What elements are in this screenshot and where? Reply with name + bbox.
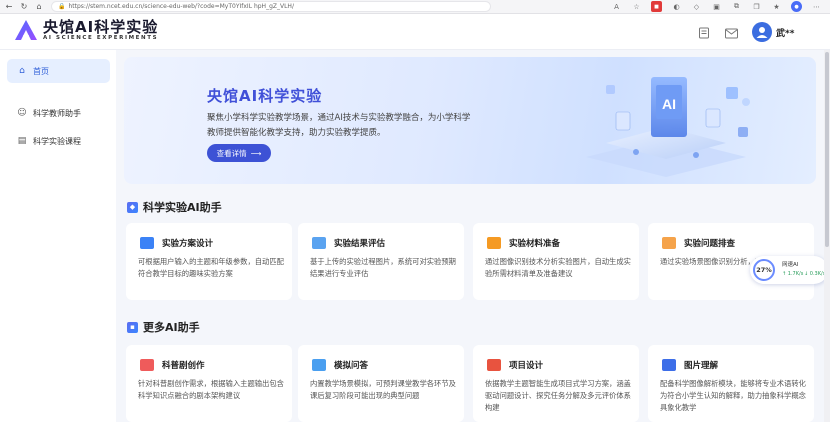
card-experiment-design[interactable]: 实验方案设计 可根据用户输入的主题和年级参数，自动匹配符合教学目标的趣味实验方案: [126, 223, 292, 300]
card-science-drama[interactable]: 科普剧创作 针对科普剧创作需求，根据输入主题输出包含科学知识点融合的剧本架构建议: [126, 345, 292, 422]
arrow-right-icon: ⟶: [250, 148, 262, 158]
section-diamond-icon: ◆: [127, 201, 138, 213]
view-details-button[interactable]: 查看详情 ⟶: [207, 144, 271, 162]
lock-icon: 🔒: [58, 3, 66, 10]
image-icon: [662, 359, 676, 371]
logo-mark-icon: [14, 19, 38, 41]
card-description: 针对科普剧创作需求，根据输入主题输出包含科学知识点融合的剧本架构建议: [138, 379, 284, 400]
reload-icon[interactable]: ↻: [18, 1, 30, 13]
ai-lab-illustration: AI: [546, 57, 786, 184]
card-description: 配备科学图像解析模块，能够将专业术语转化为符合小学生认知的解释，助力抽象科学概念…: [660, 379, 806, 412]
card-title: 实验问题排查: [684, 239, 736, 249]
troubleshoot-icon: [662, 237, 676, 249]
read-aloud-icon[interactable]: A: [611, 1, 622, 12]
collections-icon[interactable]: ▣: [711, 1, 722, 12]
split-screen-icon[interactable]: ❐: [751, 1, 762, 12]
section-chat-icon: ▪: [127, 321, 138, 333]
extension-circle-icon[interactable]: ◐: [671, 1, 682, 12]
sidebar-item-teacher-assistant[interactable]: ☺ 科学教师助手: [7, 101, 110, 125]
card-mock-qa[interactable]: 模拟问答 内置教学场景模拟，可预判课堂教学各环节及课后复习阶段可能出现的典型问题: [298, 345, 464, 422]
section-title-more-assistants: ▪ 更多AI助手: [127, 319, 200, 335]
scrollbar-thumb[interactable]: [825, 52, 829, 247]
sidebar-item-label: 首页: [33, 66, 49, 76]
section-title-ai-assistant: ◆ 科学实验AI助手: [127, 199, 222, 215]
back-icon[interactable]: ←: [3, 1, 15, 13]
home-icon: ⌂: [19, 66, 25, 76]
profile-icon[interactable]: ●: [791, 1, 802, 12]
extension-shield-icon[interactable]: ◇: [691, 1, 702, 12]
url-text: https://stem.ncet.edu.cn/science-edu-web…: [68, 3, 294, 10]
card-title: 实验结果评估: [334, 239, 386, 249]
open-book-icon: [487, 359, 501, 371]
course-icon: ▤: [17, 136, 27, 146]
card-description: 可根据用户输入的主题和年级参数，自动匹配符合教学目标的趣味实验方案: [138, 257, 284, 278]
design-doc-icon: [140, 237, 154, 249]
sidebar-item-home[interactable]: ⌂ 首页: [7, 59, 110, 83]
section-title-text: 科学实验AI助手: [143, 201, 222, 214]
page-scrollbar[interactable]: [824, 50, 830, 422]
notes-icon[interactable]: [697, 26, 711, 40]
download-speed: ↓ 0.3K/s: [804, 271, 826, 277]
sidebar-item-label: 科学实验课程: [33, 136, 81, 146]
sidebar-item-courses[interactable]: ▤ 科学实验课程: [7, 129, 110, 153]
hero-banner: 央馆AI科学实验 聚焦小学科学实验教学场景，通过AI技术与实验教学融合，为小学科…: [124, 57, 816, 184]
extensions-icon[interactable]: ⧉: [731, 1, 742, 12]
home-browser-icon[interactable]: ⌂: [33, 1, 45, 13]
card-title: 科普剧创作: [162, 361, 205, 371]
card-image-understanding[interactable]: 图片理解 配备科学图像解析模块，能够将专业术语转化为符合小学生认知的解释，助力抽…: [648, 345, 814, 422]
sidebar-item-label: 科学教师助手: [33, 108, 81, 118]
address-bar[interactable]: 🔒 https://stem.ncet.edu.cn/science-edu-w…: [51, 1, 491, 12]
browser-toolbar: ← ↻ ⌂ 🔒 https://stem.ncet.edu.cn/science…: [0, 0, 830, 14]
card-title: 模拟问答: [334, 361, 369, 371]
folder-icon: [487, 237, 501, 249]
usage-percent: 27%: [753, 259, 775, 281]
logo-title: 央馆AI科学实验: [43, 18, 159, 36]
logo-subtitle: AI SCIENCE EXPERIMENTS: [43, 35, 159, 41]
evaluation-monitor-icon: [312, 237, 326, 249]
card-description: 依据教学主题智能生成项目式学习方案，涵盖驱动问题设计、探究任务分解及多元评价体系…: [485, 379, 631, 412]
network-speed-widget[interactable]: 27% 网速AI ↑ 1.7K/s ↓ 0.3K/s: [750, 256, 828, 284]
card-result-evaluation[interactable]: 实验结果评估 基于上传的实验过程图片，系统可对实验预期结果进行专业评估: [298, 223, 464, 300]
app-header: 央馆AI科学实验 AI SCIENCE EXPERIMENTS 武**: [0, 14, 830, 50]
card-description: 基于上传的实验过程图片，系统可对实验预期结果进行专业评估: [310, 257, 456, 278]
button-label: 查看详情: [216, 148, 247, 158]
sidebar: ⌂ 首页 ☺ 科学教师助手 ▤ 科学实验课程: [0, 50, 116, 422]
card-title: 图片理解: [684, 361, 719, 371]
widget-name: 网速AI: [782, 262, 799, 268]
assistant-icon: ☺: [17, 108, 27, 118]
user-avatar[interactable]: [752, 22, 772, 42]
video-camera-icon: [140, 359, 154, 371]
app-logo[interactable]: 央馆AI科学实验 AI SCIENCE EXPERIMENTS: [14, 19, 158, 41]
card-title: 项目设计: [509, 361, 544, 371]
svg-text:AI: AI: [662, 96, 676, 112]
banner-title: 央馆AI科学实验: [207, 87, 323, 105]
upload-speed: ↑ 1.7K/s: [782, 271, 804, 277]
card-title: 实验方案设计: [162, 239, 214, 249]
card-project-design[interactable]: 项目设计 依据教学主题智能生成项目式学习方案，涵盖驱动问题设计、探究任务分解及多…: [473, 345, 639, 422]
more-menu-icon[interactable]: ⋯: [811, 1, 822, 12]
banner-description: 聚焦小学科学实验教学场景，通过AI技术与实验教学融合，为小学科学教师提供智能化教…: [207, 113, 471, 138]
qa-chat-icon: [312, 359, 326, 371]
username[interactable]: 武**: [776, 26, 794, 39]
favorites-list-icon[interactable]: ★: [771, 1, 782, 12]
favorite-star-icon[interactable]: ☆: [631, 1, 642, 12]
card-description: 通过图像识别技术分析实验图片，自动生成实验所需材料清单及准备建议: [485, 257, 631, 278]
section-title-text: 更多AI助手: [143, 321, 200, 334]
card-description: 内置教学场景模拟，可预判课堂教学各环节及课后复习阶段可能出现的典型问题: [310, 379, 456, 400]
card-title: 实验材料准备: [509, 239, 561, 249]
mail-icon[interactable]: [724, 26, 738, 40]
extension-red-icon[interactable]: ■: [651, 1, 662, 12]
card-material-preparation[interactable]: 实验材料准备 通过图像识别技术分析实验图片，自动生成实验所需材料清单及准备建议: [473, 223, 639, 300]
